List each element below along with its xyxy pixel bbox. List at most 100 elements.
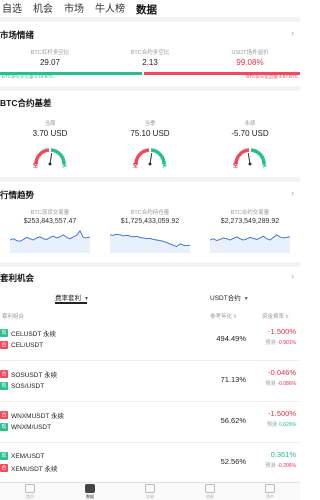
bottom-tab-home[interactable]: 首页 <box>0 483 60 500</box>
tab-market[interactable]: 市场 <box>64 4 84 16</box>
market-sentiment-title: 市场情绪 <box>0 30 35 40</box>
pair-leg: 现 SOS/USDT <box>0 380 44 392</box>
basis-title: BTC合约基差 <box>0 98 52 108</box>
trend-label: BTC现货交易量 <box>30 210 70 216</box>
bottom-tab-data[interactable]: 数据 <box>60 483 120 500</box>
column-header-rate[interactable]: 资金费率⇅ <box>262 312 289 320</box>
strategy-dropdown[interactable]: 费率套利 ▼ <box>55 292 89 302</box>
bottom-nav: 首页 数据 交易 消息 资产 <box>0 482 300 500</box>
chevron-right-icon[interactable]: › <box>291 28 294 38</box>
bottom-tab-trade[interactable]: 交易 <box>120 483 180 500</box>
tab-watchlist[interactable]: 自选 <box>2 4 22 16</box>
trends-title: 行情趋势 <box>0 190 35 200</box>
basis-gauge: 空 多 <box>31 144 69 170</box>
stat-label: BTC合约多空比 <box>130 50 170 56</box>
pair-symbol: WNXM/USDT <box>11 423 52 431</box>
contract-dropdown[interactable]: USDT合约 ▼ <box>210 292 249 302</box>
basis-value: 75.10 USD <box>130 129 170 138</box>
basis-value: -5.70 USD <box>231 129 269 138</box>
sort-icon: ⇅ <box>233 314 238 320</box>
bottom-tab-label: 首页 <box>26 494 34 499</box>
divider <box>0 177 300 182</box>
predicted-label: 预测 <box>265 463 276 469</box>
arbitrage-title: 套利机会 <box>0 273 35 283</box>
gauge-pivot <box>148 162 152 166</box>
trend-contract-volume[interactable]: BTC合约交易量 $2,273,549,289.92 <box>205 208 295 258</box>
top-nav: 自选 机会 市场 牛人榜 数据 <box>0 0 300 16</box>
trend-open-interest[interactable]: BTC合约持仓量 $1,725,433,059.92 <box>105 208 195 258</box>
chevron-right-icon[interactable]: › <box>291 271 294 281</box>
sparkline-area <box>110 234 190 253</box>
pair-leg: 合 SOSUSDT 永续 <box>0 368 57 380</box>
pair-symbol: SOSUSDT 永续 <box>11 372 58 379</box>
stat-value: 99.08% <box>236 58 264 67</box>
annual-yield: 52.56% <box>220 457 246 466</box>
gauge-pivot <box>48 162 52 166</box>
annual-yield: 56.62% <box>220 416 246 425</box>
arbitrage-row[interactable]: 合 SOSUSDT 永续现 SOS/USDT 71.13% -0.046% 预测 -0.08… <box>0 362 300 402</box>
basis-quarterly: 当季 75.10 USD <box>100 119 200 138</box>
divider <box>0 86 300 91</box>
pair-tag: 合 <box>0 411 8 419</box>
pair-tag: 现 <box>0 382 8 390</box>
arbitrage-row[interactable]: 现 CELUSDT 永续合 CEL/USDT 494.49% -1.500% 预测 -0.9… <box>0 321 300 361</box>
pair-leg: 合 XEMUSDT 永续 <box>0 462 57 474</box>
bottom-tab-label: 交易 <box>146 494 154 499</box>
pair-leg: 现 XEM/USDT <box>0 450 45 462</box>
gauge-needle <box>149 153 153 165</box>
message-icon <box>205 484 215 493</box>
contract-dropdown-label: USDT合约 <box>210 295 241 302</box>
data-icon <box>85 484 95 493</box>
funding-rate: -1.500% <box>268 409 296 418</box>
basis-gauge: 空 多 <box>131 144 169 170</box>
tab-leaderboard[interactable]: 牛人榜 <box>95 4 125 16</box>
pair-symbol: CELUSDT 永续 <box>11 331 57 338</box>
trend-value: $2,273,549,289.92 <box>220 218 280 225</box>
bottom-tab-assets[interactable]: 资产 <box>240 483 300 500</box>
pair-symbol: XEMUSDT 永续 <box>11 466 58 473</box>
sort-icon: ⇅ <box>285 314 290 320</box>
trend-spot-volume[interactable]: BTC现货交易量 $253,843,557.47 <box>5 208 95 258</box>
gauge-needle <box>247 153 251 165</box>
tab-data[interactable]: 数据 <box>136 4 157 16</box>
pair-symbol: CEL/USDT <box>11 341 44 349</box>
chevron-right-icon[interactable]: › <box>291 188 294 198</box>
arbitrage-row[interactable]: 合 WNXMUSDT 永续现 WNXM/USDT 56.62% -1.500% 预测 0.6… <box>0 403 300 443</box>
gauge-pivot <box>248 162 252 166</box>
divider <box>0 262 300 267</box>
stat-contract-ratio: BTC合约多空比 2.13 <box>100 48 200 67</box>
selected-underline <box>55 302 87 304</box>
basis-weekly: 当周 3.70 USD <box>0 119 100 138</box>
funding-rate: -0.046% <box>268 368 296 377</box>
annual-yield: 71.13% <box>220 375 246 384</box>
basis-label: 当季 <box>144 121 156 127</box>
trade-icon <box>145 484 155 493</box>
gauge-needle <box>49 153 53 165</box>
divider <box>0 17 300 22</box>
basis-perpetual: 永续 -5.70 USD <box>200 119 300 138</box>
predicted-label: 预测 <box>265 340 276 346</box>
pair-leg: 现 CELUSDT 永续 <box>0 327 56 339</box>
funding-rate: -1.500% <box>268 327 296 336</box>
home-icon <box>25 484 35 493</box>
pair-leg: 合 CEL/USDT <box>0 339 43 351</box>
column-header-label: 资金费率 <box>262 314 285 320</box>
predicted-value: -0.206% <box>277 463 296 469</box>
predicted-value: -0.086% <box>277 381 296 387</box>
tab-opportunities[interactable]: 机会 <box>33 4 53 16</box>
sparkline-chart <box>9 230 91 253</box>
basis-label: 当周 <box>44 121 56 127</box>
arbitrage-row[interactable]: 现 XEM/USDT 合 XEMUSDT 永续 52.56% 0.361% 预测 -0.206… <box>0 444 300 484</box>
pair-tag: 合 <box>0 464 8 472</box>
pair-tag: 现 <box>0 329 8 337</box>
gauge-short-label: 空 <box>33 163 39 169</box>
stat-usdt-premium: USDT场外溢价 99.08% <box>200 48 300 67</box>
gauge-long-label: 多 <box>161 163 167 169</box>
predicted-value: -0.901% <box>277 340 296 346</box>
column-header-annual[interactable]: 参考年化⇅ <box>210 312 237 320</box>
gauge-long-label: 多 <box>61 163 67 169</box>
bottom-tab-messages[interactable]: 消息 <box>180 483 240 500</box>
gauge-long-label: 多 <box>261 163 267 169</box>
column-header-label: 参考年化 <box>210 314 233 320</box>
predicted-rate: 预测 -0.206% <box>265 462 296 469</box>
